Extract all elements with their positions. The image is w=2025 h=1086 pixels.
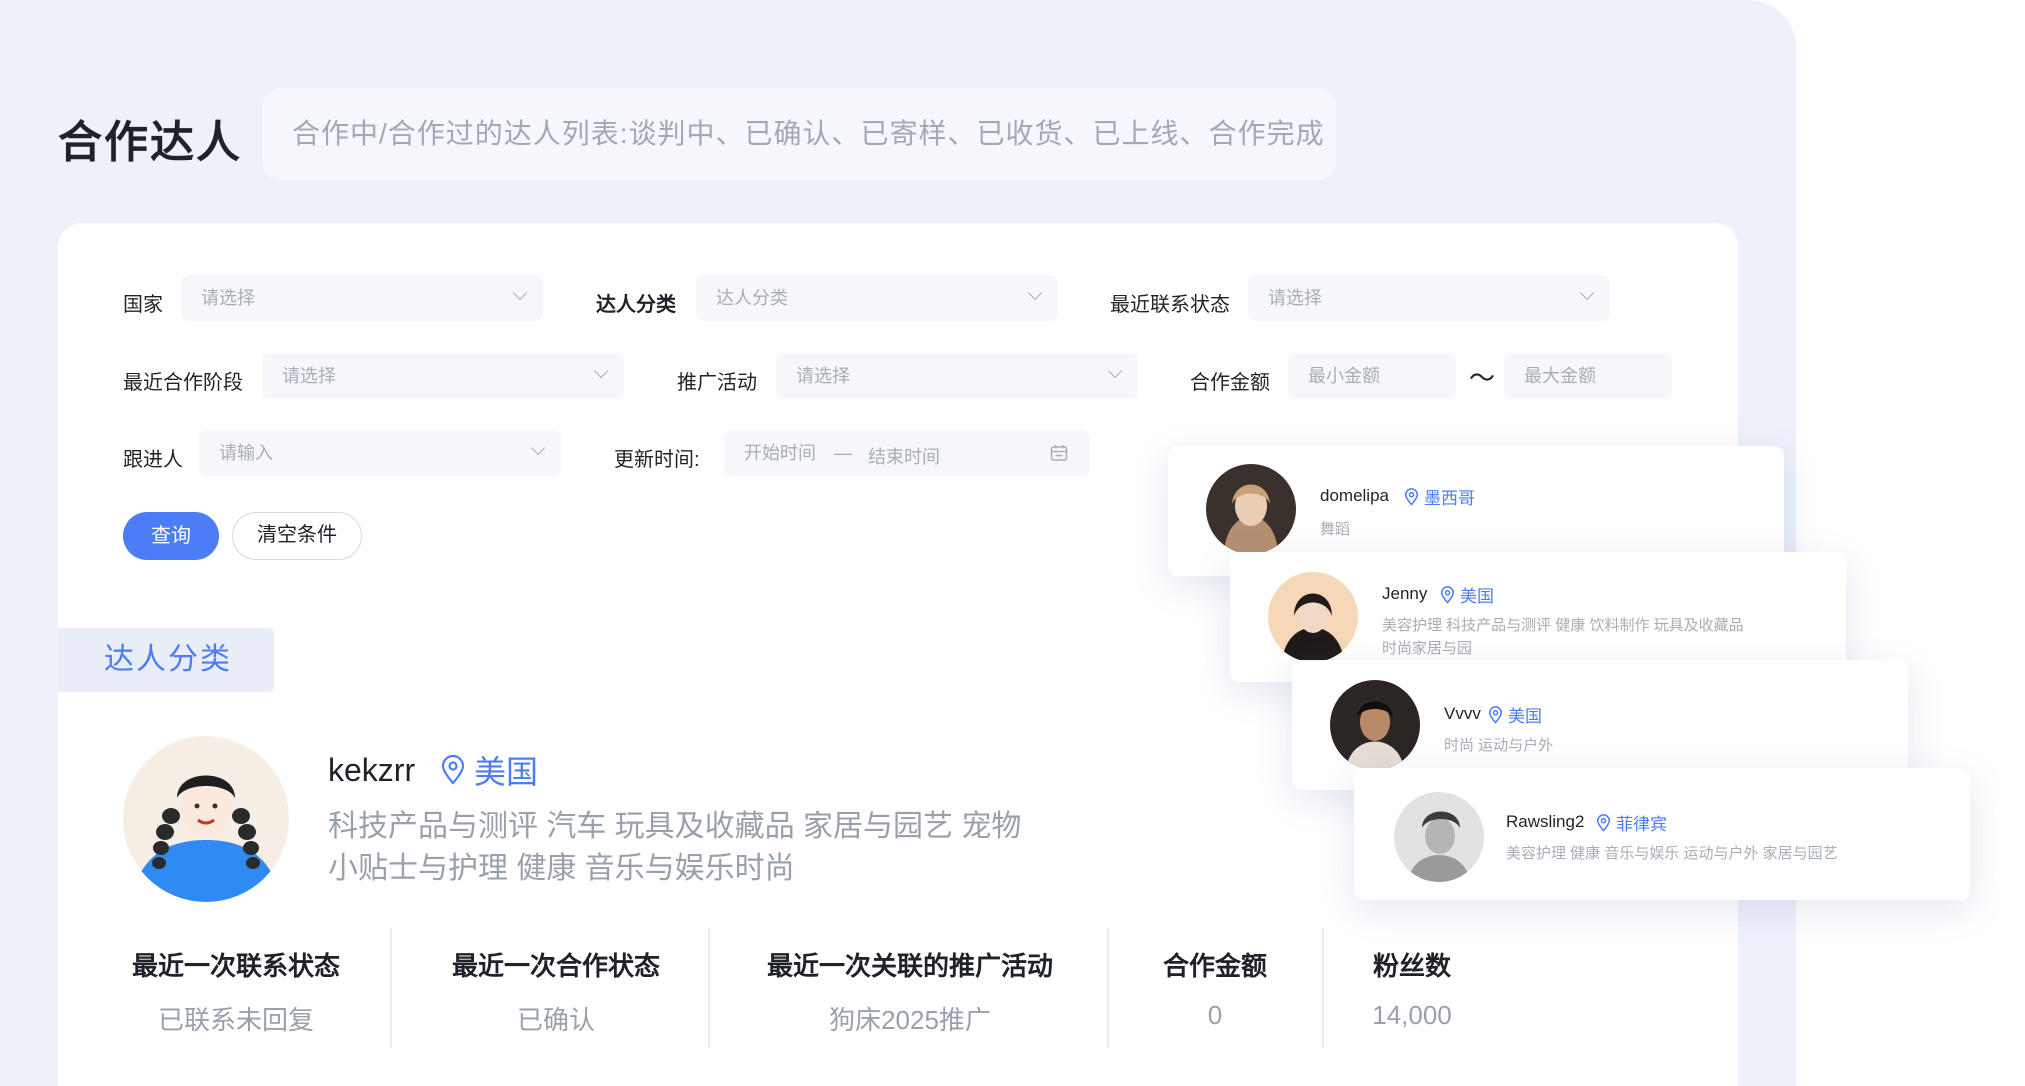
stat-divider [1107, 928, 1109, 1048]
country-select[interactable]: 请选择 [181, 275, 543, 321]
stat-divider [708, 928, 710, 1048]
amount-min-input[interactable]: 最小金额 [1288, 353, 1456, 399]
amount-separator: ～ [1469, 363, 1496, 393]
location-pin-icon [1596, 813, 1611, 832]
end-time-placeholder: 结束时间 [868, 447, 940, 467]
stat-value-coop-status: 已确认 [516, 1005, 595, 1035]
follower-placeholder: 请输入 [219, 443, 273, 463]
amount-label: 合作金额 [1190, 372, 1270, 394]
campaign-placeholder: 请选择 [796, 366, 850, 386]
location-pin-icon [1488, 705, 1503, 724]
influencer-card[interactable]: Rawsling2 菲律宾 美容护理 健康 音乐与娱乐 运动与户外 家居与园艺 [1354, 768, 1970, 900]
section-tab-category[interactable]: 达人分类 [58, 628, 274, 692]
stat-divider [390, 928, 392, 1048]
influencer-location-text: 美国 [474, 754, 539, 790]
calendar-icon [1050, 445, 1068, 461]
chevron-down-icon [593, 363, 609, 379]
stat-label-coop-status: 最近一次合作状态 [451, 951, 660, 981]
stat-label-amount: 合作金额 [1162, 951, 1267, 981]
follower-label: 跟进人 [123, 449, 183, 471]
card-location: 菲律宾 [1596, 810, 1667, 835]
page-description: 合作中/合作过的达人列表:谈判中、已确认、已寄样、已收货、已上线、合作完成 [262, 88, 1336, 180]
card-location-text: 菲律宾 [1616, 815, 1667, 834]
category-label: 达人分类 [596, 294, 676, 316]
country-placeholder: 请选择 [201, 288, 255, 308]
location-pin-icon [1404, 487, 1419, 506]
start-time-placeholder: 开始时间 [744, 443, 816, 463]
card-location: 美国 [1488, 702, 1542, 727]
category-select[interactable]: 达人分类 [696, 275, 1058, 321]
card-categories: 美容护理 健康 音乐与娱乐 运动与户外 家居与园艺 [1506, 845, 1838, 862]
avatar [123, 736, 289, 902]
card-name: Jenny [1382, 584, 1428, 603]
card-location: 墨西哥 [1404, 484, 1475, 509]
country-label: 国家 [123, 294, 163, 316]
stat-label-campaign: 最近一次关联的推广活动 [766, 951, 1053, 981]
stat-divider [1322, 928, 1324, 1048]
influencer-location: 美国 [440, 750, 538, 790]
influencer-name: kekzrr [328, 752, 416, 788]
chevron-down-icon [512, 285, 528, 301]
card-location-text: 美国 [1508, 707, 1542, 726]
avatar [1394, 792, 1484, 882]
category-placeholder: 达人分类 [716, 288, 788, 308]
amount-min-placeholder: 最小金额 [1308, 366, 1380, 386]
chevron-down-icon [1027, 285, 1043, 301]
card-name: Rawsling2 [1506, 812, 1585, 831]
chevron-down-icon [1579, 285, 1595, 301]
follower-input[interactable]: 请输入 [199, 430, 561, 476]
stat-label-followers: 粉丝数 [1372, 951, 1451, 981]
avatar [1206, 464, 1296, 554]
amount-max-input[interactable]: 最大金额 [1504, 353, 1672, 399]
card-name: domelipa [1320, 486, 1389, 505]
card-location-text: 美国 [1460, 587, 1494, 606]
card-name: Vvvv [1444, 704, 1481, 723]
card-location-text: 墨西哥 [1424, 489, 1475, 508]
clear-button[interactable]: 清空条件 [232, 512, 362, 560]
coop-stage-placeholder: 请选择 [282, 366, 336, 386]
stat-value-campaign: 狗床2025推广 [829, 1005, 991, 1035]
card-categories: 美容护理 科技产品与测评 健康 饮料制作 玩具及收藏品 [1382, 617, 1744, 634]
card-categories: 时尚 运动与户外 [1444, 737, 1554, 754]
coop-stage-label: 最近合作阶段 [123, 372, 243, 394]
avatar [1268, 572, 1358, 662]
update-time-label: 更新时间: [614, 449, 700, 471]
card-location: 美国 [1440, 582, 1494, 607]
amount-max-placeholder: 最大金额 [1524, 366, 1596, 386]
contact-status-label: 最近联系状态 [1110, 294, 1230, 316]
chevron-down-icon [1107, 363, 1123, 379]
chevron-down-icon [530, 440, 546, 456]
stat-value-contact-status: 已联系未回复 [157, 1005, 314, 1035]
page-title: 合作达人 [58, 118, 242, 167]
query-button[interactable]: 查询 [123, 512, 219, 560]
card-categories: 舞蹈 [1320, 521, 1351, 538]
campaign-label: 推广活动 [677, 372, 757, 394]
location-pin-icon [1440, 585, 1455, 604]
card-categories: 时尚家居与园 [1382, 640, 1473, 657]
avatar [1330, 680, 1420, 770]
contact-status-select[interactable]: 请选择 [1248, 275, 1610, 321]
contact-status-placeholder: 请选择 [1268, 288, 1322, 308]
stat-value-amount: 0 [1207, 1000, 1223, 1030]
coop-stage-select[interactable]: 请选择 [262, 353, 624, 399]
date-separator: — [834, 443, 852, 463]
location-pin-icon [441, 755, 465, 785]
influencer-categories: 科技产品与测评 汽车 玩具及收藏品 家居与园艺 宠物小贴士与护理 健康 音乐与娱… [328, 810, 1022, 885]
campaign-select[interactable]: 请选择 [776, 353, 1138, 399]
stat-label-contact-status: 最近一次联系状态 [131, 951, 340, 981]
stat-value-followers: 14,000 [1372, 1000, 1452, 1030]
